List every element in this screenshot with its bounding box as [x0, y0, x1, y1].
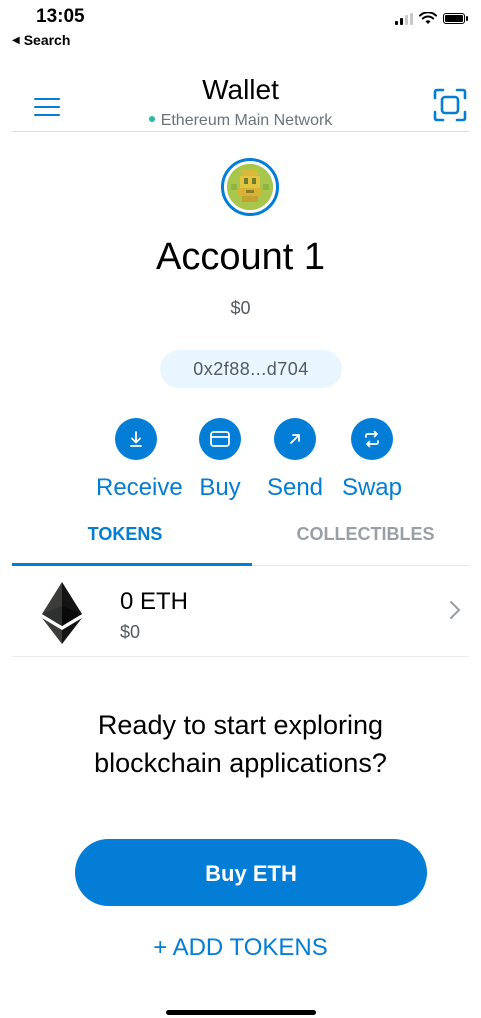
- receive-button[interactable]: Receive: [96, 418, 183, 502]
- wallet-header: Wallet Ethereum Main Network: [0, 70, 481, 132]
- network-name: Ethereum Main Network: [160, 112, 333, 129]
- buy-button[interactable]: Buy: [180, 418, 260, 502]
- identicon-avatar: [227, 164, 273, 210]
- network-status-dot: [148, 115, 155, 122]
- account-address-pill[interactable]: 0x2f88...d704: [160, 350, 342, 388]
- account-balance: $0: [230, 298, 251, 318]
- card-icon: [199, 418, 241, 460]
- back-to-search-link[interactable]: ◀ Search: [12, 32, 70, 48]
- receive-label: Receive: [96, 474, 183, 501]
- swap-label: Swap: [341, 474, 403, 501]
- tab-collectibles[interactable]: COLLECTIBLES: [250, 524, 481, 545]
- account-name[interactable]: Account 1: [0, 236, 481, 279]
- swap-button[interactable]: Swap: [332, 418, 412, 502]
- home-indicator[interactable]: [166, 1010, 316, 1015]
- network-indicator[interactable]: Ethereum Main Network: [0, 112, 481, 130]
- header-divider: [12, 131, 469, 132]
- buy-label: Buy: [199, 474, 241, 501]
- battery-icon: [443, 13, 468, 24]
- token-fiat-value: $0: [120, 622, 141, 642]
- chevron-right-icon: [450, 601, 460, 619]
- buy-eth-button[interactable]: Buy ETH: [75, 839, 427, 906]
- account-avatar[interactable]: [221, 158, 279, 216]
- swap-arrows-icon: [351, 418, 393, 460]
- tab-tokens[interactable]: TOKENS: [0, 524, 250, 545]
- ethereum-logo-icon: [42, 582, 82, 644]
- explore-prompt: Ready to start exploring blockchain appl…: [94, 710, 387, 778]
- download-icon: [115, 418, 157, 460]
- wifi-icon: [419, 12, 437, 24]
- signal-icon: [395, 12, 413, 25]
- arrow-up-right-icon: [274, 418, 316, 460]
- send-label: Send: [266, 474, 324, 501]
- back-label: Search: [23, 32, 71, 48]
- send-button[interactable]: Send: [255, 418, 335, 502]
- page-title: Wallet: [202, 74, 279, 105]
- status-icons: [395, 12, 468, 25]
- qr-scan-icon[interactable]: [433, 88, 467, 122]
- status-time: 13:05: [36, 6, 85, 27]
- token-row-eth[interactable]: 0 ETH $0: [12, 566, 469, 657]
- token-amount: 0 ETH: [120, 588, 189, 615]
- add-tokens-link[interactable]: + ADD TOKENS: [0, 934, 481, 962]
- back-triangle-icon: ◀: [12, 34, 20, 46]
